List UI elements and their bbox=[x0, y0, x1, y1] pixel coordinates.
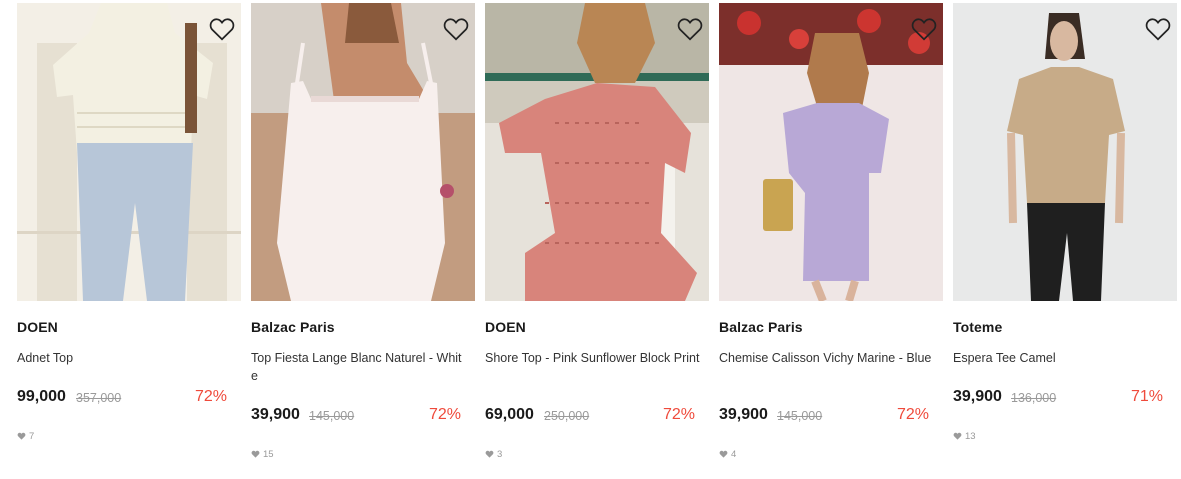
sale-price: 39,900 bbox=[251, 406, 300, 423]
blouse-photo bbox=[17, 3, 241, 301]
wishlist-heart-icon[interactable] bbox=[1145, 17, 1171, 43]
product-image[interactable] bbox=[485, 3, 709, 301]
sale-price: 69,000 bbox=[485, 406, 534, 423]
product-card[interactable]: DOEN Adnet Top 99,000 357,000 72% 7 bbox=[17, 3, 241, 442]
camisole-photo bbox=[251, 3, 475, 301]
discount-badge: 72% bbox=[428, 406, 461, 423]
product-name[interactable]: Top Fiesta Lange Blanc Naturel - White bbox=[251, 349, 467, 385]
product-image[interactable] bbox=[251, 3, 475, 301]
product-card[interactable]: DOEN Shore Top - Pink Sunflower Block Pr… bbox=[485, 3, 709, 460]
like-count: 13 bbox=[953, 430, 976, 442]
heart-icon bbox=[251, 450, 260, 458]
like-count: 4 bbox=[719, 448, 736, 460]
discount-badge: 71% bbox=[1130, 388, 1163, 405]
print-top-photo bbox=[485, 3, 709, 301]
product-card[interactable]: Balzac Paris Top Fiesta Lange Blanc Natu… bbox=[251, 3, 475, 460]
wishlist-heart-icon[interactable] bbox=[443, 17, 469, 43]
product-name[interactable]: Shore Top - Pink Sunflower Block Print bbox=[485, 349, 701, 367]
product-name[interactable]: Chemise Calisson Vichy Marine - Blue bbox=[719, 349, 935, 367]
product-grid: DOEN Adnet Top 99,000 357,000 72% 7 Balz… bbox=[0, 0, 1181, 479]
like-count: 15 bbox=[251, 448, 274, 460]
original-price: 136,000 bbox=[1011, 391, 1057, 405]
product-card[interactable]: Balzac Paris Chemise Calisson Vichy Mari… bbox=[719, 3, 943, 460]
heart-icon bbox=[485, 450, 494, 458]
sale-price: 39,900 bbox=[719, 406, 768, 423]
shirt-photo bbox=[719, 3, 943, 301]
original-price: 250,000 bbox=[544, 409, 590, 423]
price-row: 39,900 145,000 72% bbox=[251, 406, 475, 428]
heart-icon bbox=[719, 450, 728, 458]
wishlist-heart-icon[interactable] bbox=[209, 17, 235, 43]
like-count: 3 bbox=[485, 448, 502, 460]
like-count-value: 4 bbox=[731, 448, 737, 460]
like-count-value: 7 bbox=[29, 430, 35, 442]
like-count-value: 13 bbox=[965, 430, 976, 442]
original-price: 357,000 bbox=[76, 391, 122, 405]
product-image[interactable] bbox=[719, 3, 943, 301]
discount-badge: 72% bbox=[896, 406, 929, 423]
discount-badge: 72% bbox=[662, 406, 695, 423]
product-name[interactable]: Espera Tee Camel bbox=[953, 349, 1169, 367]
price-row: 69,000 250,000 72% bbox=[485, 406, 709, 428]
product-brand[interactable]: Toteme bbox=[953, 319, 1002, 335]
like-count: 7 bbox=[17, 430, 34, 442]
product-card[interactable]: Toteme Espera Tee Camel 39,900 136,000 7… bbox=[953, 3, 1177, 442]
price-row: 39,900 145,000 72% bbox=[719, 406, 943, 428]
product-image[interactable] bbox=[953, 3, 1177, 301]
discount-badge: 72% bbox=[194, 388, 227, 405]
product-name[interactable]: Adnet Top bbox=[17, 349, 233, 367]
wishlist-heart-icon[interactable] bbox=[677, 17, 703, 43]
wishlist-heart-icon[interactable] bbox=[911, 17, 937, 43]
heart-icon bbox=[17, 432, 26, 440]
original-price: 145,000 bbox=[777, 409, 823, 423]
sale-price: 99,000 bbox=[17, 388, 66, 405]
product-brand[interactable]: DOEN bbox=[17, 319, 58, 335]
like-count-value: 15 bbox=[263, 448, 274, 460]
original-price: 145,000 bbox=[309, 409, 355, 423]
price-row: 99,000 357,000 72% bbox=[17, 388, 241, 410]
heart-icon bbox=[953, 432, 962, 440]
product-brand[interactable]: DOEN bbox=[485, 319, 526, 335]
like-count-value: 3 bbox=[497, 448, 503, 460]
tee-photo bbox=[953, 3, 1177, 301]
product-image[interactable] bbox=[17, 3, 241, 301]
price-row: 39,900 136,000 71% bbox=[953, 388, 1177, 410]
product-brand[interactable]: Balzac Paris bbox=[251, 319, 335, 335]
product-brand[interactable]: Balzac Paris bbox=[719, 319, 803, 335]
sale-price: 39,900 bbox=[953, 388, 1002, 405]
